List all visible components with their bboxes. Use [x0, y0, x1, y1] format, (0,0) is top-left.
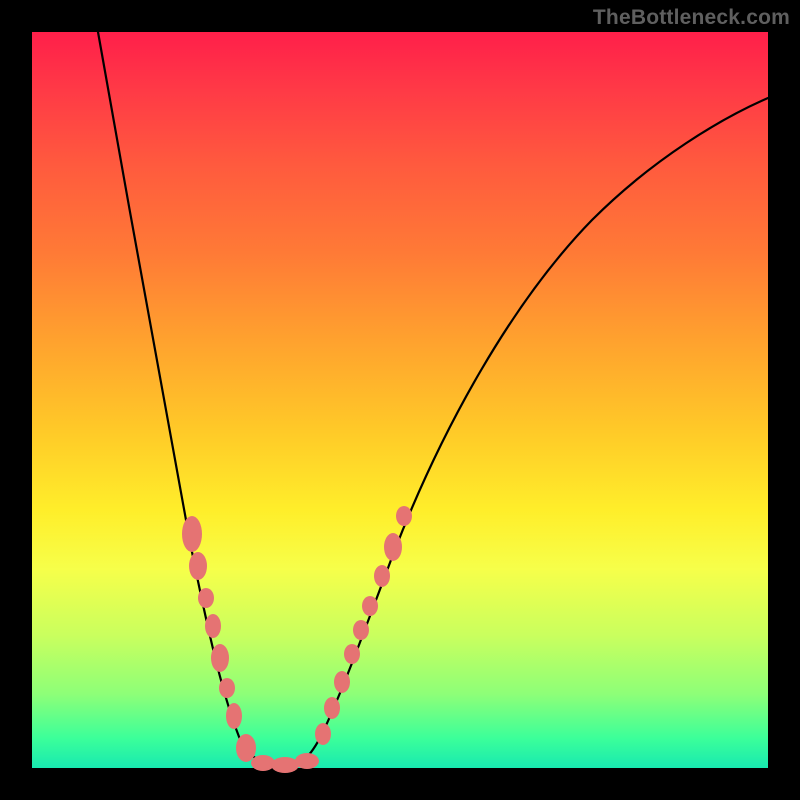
plot-area — [32, 32, 768, 768]
data-marker — [344, 644, 360, 664]
data-marker — [198, 588, 214, 608]
data-marker — [334, 671, 350, 693]
data-marker — [182, 516, 202, 552]
data-marker — [295, 753, 319, 769]
data-marker — [271, 757, 299, 773]
watermark-text: TheBottleneck.com — [593, 6, 790, 30]
markers-bottom — [251, 753, 319, 773]
data-marker — [362, 596, 378, 616]
data-marker — [236, 734, 256, 762]
chart-frame: TheBottleneck.com — [0, 0, 800, 800]
data-marker — [189, 552, 207, 580]
data-marker — [324, 697, 340, 719]
curve-svg — [32, 32, 768, 768]
data-marker — [384, 533, 402, 561]
data-marker — [226, 703, 242, 729]
data-marker — [251, 755, 275, 771]
bottleneck-curve — [98, 32, 768, 766]
data-marker — [353, 620, 369, 640]
data-marker — [374, 565, 390, 587]
data-marker — [205, 614, 221, 638]
data-marker — [219, 678, 235, 698]
markers-right — [315, 506, 412, 745]
data-marker — [396, 506, 412, 526]
data-marker — [315, 723, 331, 745]
data-marker — [211, 644, 229, 672]
